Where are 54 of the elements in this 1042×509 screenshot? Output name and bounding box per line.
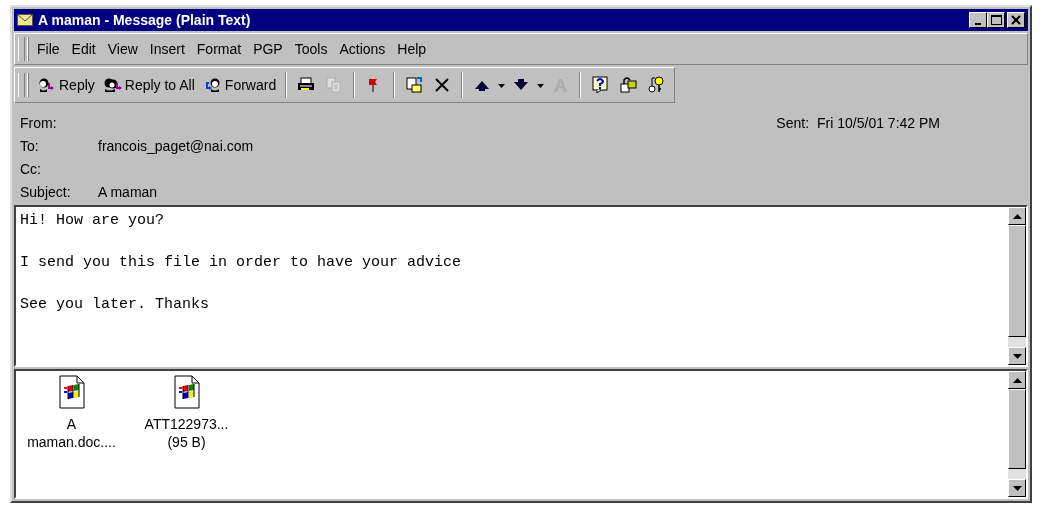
attachment-name[interactable]: ATT122973... (95 B) bbox=[141, 415, 232, 451]
reply-all-icon bbox=[102, 77, 123, 93]
scroll-up-button[interactable] bbox=[1008, 207, 1026, 225]
field-label: Subject: bbox=[20, 183, 72, 200]
field-label: Cc: bbox=[20, 160, 42, 177]
menu-item[interactable]: Help bbox=[397, 41, 427, 57]
minimize-icon bbox=[975, 22, 981, 25]
scroll-down-button[interactable] bbox=[1008, 347, 1026, 365]
toolbar-button[interactable]: Reply to All bbox=[100, 77, 197, 93]
menu-item[interactable]: File bbox=[37, 41, 60, 57]
down-triangle-icon bbox=[1012, 353, 1022, 359]
field-value: A maman bbox=[98, 183, 158, 200]
delete-icon[interactable] bbox=[433, 76, 452, 94]
toolbar-button[interactable]: Forward bbox=[200, 77, 279, 93]
field-value: Fri 10/5/01 7:42 PM bbox=[817, 114, 940, 131]
down-triangle-icon bbox=[1012, 485, 1022, 491]
document-icon bbox=[173, 375, 200, 409]
envelope-icon bbox=[17, 14, 33, 26]
menu-item[interactable]: View bbox=[107, 41, 138, 57]
up-triangle-icon bbox=[1012, 213, 1022, 219]
attachment-name[interactable]: A maman.doc.... bbox=[26, 415, 117, 451]
menu-item[interactable]: Actions bbox=[339, 41, 386, 57]
menu-item[interactable]: Edit bbox=[71, 41, 96, 57]
body-text: Hi! How are you? bbox=[20, 211, 166, 231]
toolbar-button[interactable]: Reply bbox=[35, 77, 97, 93]
document-icon bbox=[58, 375, 85, 409]
up-triangle-icon bbox=[1012, 377, 1022, 383]
minimize-button[interactable] bbox=[969, 12, 987, 28]
move-folder-icon[interactable] bbox=[405, 76, 424, 94]
scrollbar[interactable] bbox=[1008, 371, 1026, 497]
help-icon[interactable] bbox=[591, 76, 610, 94]
menu-item[interactable]: Format bbox=[196, 41, 242, 57]
menu-item[interactable]: Insert bbox=[149, 41, 185, 57]
maximize-icon bbox=[989, 14, 1003, 26]
field-label: Sent: bbox=[776, 114, 810, 131]
message-body[interactable]: Hi! How are you? I send you this file in order to have your advice See you later. Thanks bbox=[14, 205, 1028, 367]
scroll-thumb[interactable] bbox=[1008, 225, 1026, 337]
close-button[interactable] bbox=[1007, 12, 1025, 28]
scroll-down-button[interactable] bbox=[1008, 479, 1026, 497]
body-text: I send you this file in order to have your advice bbox=[20, 253, 463, 273]
body-text: See you later. Thanks bbox=[20, 295, 211, 315]
key-icon[interactable] bbox=[647, 76, 666, 94]
unlock-icon[interactable] bbox=[619, 76, 638, 94]
scrollbar[interactable] bbox=[1008, 207, 1026, 365]
close-icon bbox=[1009, 14, 1023, 26]
field-label: To: bbox=[20, 137, 40, 154]
field-value: francois_paget@nai.com bbox=[98, 137, 254, 154]
menu-item[interactable]: Tools bbox=[294, 41, 328, 57]
maximize-button[interactable] bbox=[987, 12, 1005, 28]
scroll-thumb[interactable] bbox=[1008, 389, 1026, 469]
menu-item[interactable]: PGP bbox=[253, 41, 283, 57]
window-title: A maman - Message (Plain Text) bbox=[38, 12, 252, 28]
scroll-up-button[interactable] bbox=[1008, 371, 1026, 389]
field-label: From: bbox=[20, 114, 58, 131]
